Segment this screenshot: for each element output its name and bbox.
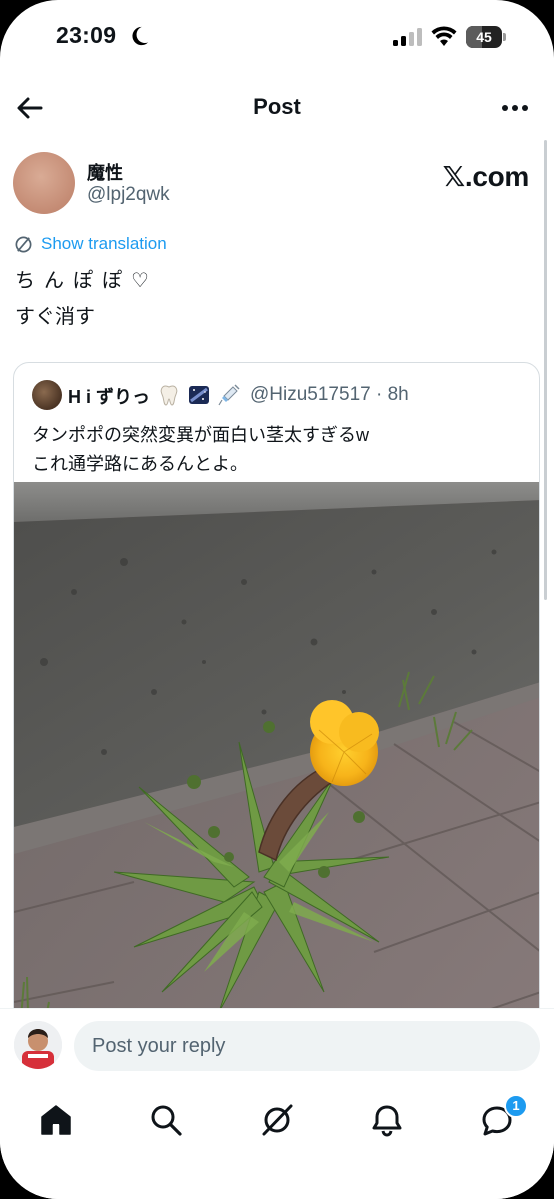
more-options-button[interactable] xyxy=(500,98,530,118)
author-handle[interactable]: @lpj2qwk xyxy=(87,184,170,206)
show-translation-label: Show translation xyxy=(41,234,167,253)
show-translation-link[interactable]: Show translation xyxy=(14,232,167,256)
post-text-line-2: すぐ消す xyxy=(15,306,95,328)
scrollbar[interactable] xyxy=(544,140,547,600)
reply-input[interactable] xyxy=(74,1021,540,1071)
quoted-post-card[interactable]: H i ずりっ @Hizu517517 · 8h タンポポの突然変異が面白い茎太… xyxy=(13,362,540,1062)
home-icon xyxy=(41,1105,71,1135)
post-text-line-1: ちんぽぽ♡ xyxy=(15,270,158,292)
milky-way-emoji-icon xyxy=(189,386,210,404)
translate-icon xyxy=(15,236,32,252)
reply-bar xyxy=(0,1008,554,1086)
my-avatar[interactable] xyxy=(14,1021,62,1069)
search-icon xyxy=(151,1105,182,1136)
grok-icon xyxy=(262,1104,293,1136)
quoted-text-line-2: これ通学路にあるんとよ。 xyxy=(32,454,248,474)
syringe-emoji-icon xyxy=(218,384,240,406)
tab-notifications[interactable] xyxy=(365,1098,409,1142)
bell-icon xyxy=(372,1105,402,1137)
xcom-watermark: 𝕏.com xyxy=(442,161,530,192)
author-display-name[interactable]: 魔性 xyxy=(87,159,123,185)
bottom-tab-bar: 1 xyxy=(0,1086,554,1199)
tab-grok[interactable] xyxy=(255,1098,299,1142)
quoted-author-avatar xyxy=(32,380,62,410)
moon-icon xyxy=(132,26,149,46)
notification-badge: 1 xyxy=(504,1094,528,1118)
page-title: Post xyxy=(253,94,301,119)
tab-home[interactable] xyxy=(34,1098,78,1142)
quoted-author-name: H i ずりっ xyxy=(68,387,151,407)
wifi-icon xyxy=(431,26,457,46)
quoted-author-handle-time: @Hizu517517 · 8h xyxy=(250,384,409,405)
quoted-author-name-row: H i ずりっ xyxy=(68,383,240,409)
battery-icon: 45 xyxy=(466,26,506,48)
status-bar: 23:09 45 xyxy=(0,0,554,74)
status-time: 23:09 xyxy=(56,22,117,48)
top-nav: Post xyxy=(0,84,554,132)
quoted-text-line-1: タンポポの突然変異が面白い茎太すぎるw xyxy=(32,425,369,445)
phone-screen: 23:09 45 Post 魔性 @lpj2qwk 𝕏.com Show tra… xyxy=(0,0,554,1199)
tooth-emoji-icon xyxy=(160,385,178,406)
author-avatar[interactable] xyxy=(13,152,75,214)
tab-search[interactable] xyxy=(144,1098,188,1142)
dandelion-photo[interactable] xyxy=(14,482,540,1062)
battery-level: 45 xyxy=(476,29,492,45)
cellular-signal-icon xyxy=(393,28,422,46)
